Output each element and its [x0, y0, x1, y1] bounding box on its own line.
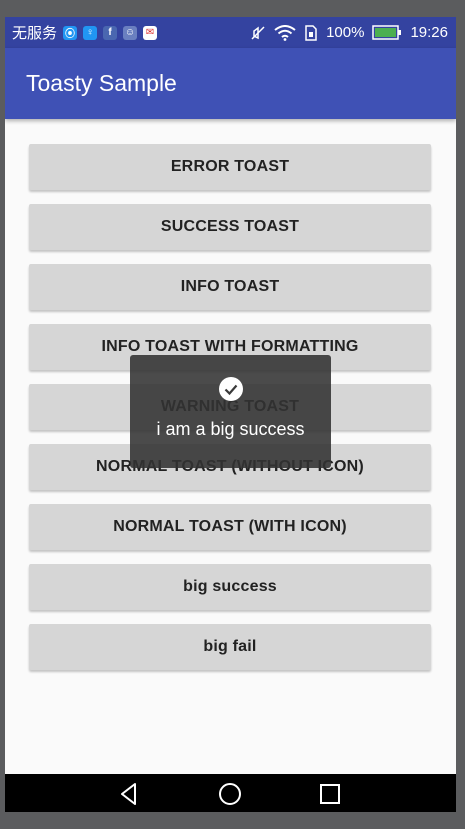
success-toast-button[interactable]: SUCCESS TOAST: [29, 204, 431, 250]
status-bar: 无服务 ⦿ ♀ f ☺ ✉ 100% 19:26: [5, 17, 456, 48]
location-icon: ⦿: [63, 25, 78, 40]
battery-icon: [372, 25, 402, 40]
recents-icon[interactable]: [317, 781, 343, 807]
wifi-icon: [274, 24, 296, 41]
toast-message: i am a big success: [156, 419, 305, 439]
carrier-text: 无服务: [12, 25, 58, 42]
button-list: ERROR TOAST SUCCESS TOAST INFO TOAST INF…: [5, 119, 456, 774]
battery-percent: 100%: [326, 24, 365, 41]
navigation-bar: [5, 774, 456, 812]
big-fail-button[interactable]: big fail: [29, 624, 431, 670]
success-toast: i am a big success: [130, 355, 331, 468]
status-bar-right: 100% 19:26: [250, 17, 448, 48]
mail-icon: ✉: [143, 25, 158, 40]
status-bar-left: 无服务 ⦿ ♀ f ☺ ✉: [12, 17, 158, 48]
check-circle-icon: [219, 377, 243, 401]
error-toast-button[interactable]: ERROR TOAST: [29, 144, 431, 190]
normal-toast-with-icon-button[interactable]: NORMAL TOAST (WITH ICON): [29, 504, 431, 550]
app-icon: ☺: [123, 25, 138, 40]
mute-icon: [251, 25, 265, 40]
facebook-icon: f: [103, 25, 118, 40]
big-success-button[interactable]: big success: [29, 564, 431, 610]
home-icon[interactable]: [217, 781, 243, 807]
lightbulb-icon: ♀: [83, 25, 98, 40]
phone-screen: 无服务 ⦿ ♀ f ☺ ✉ 100% 19:26 Toasty Sample E…: [5, 17, 456, 812]
app-bar: Toasty Sample: [5, 48, 456, 119]
back-icon[interactable]: [117, 781, 143, 807]
app-title: Toasty Sample: [26, 70, 177, 96]
sim-icon: [305, 24, 317, 41]
info-toast-button[interactable]: INFO TOAST: [29, 264, 431, 310]
clock: 19:26: [410, 24, 448, 41]
